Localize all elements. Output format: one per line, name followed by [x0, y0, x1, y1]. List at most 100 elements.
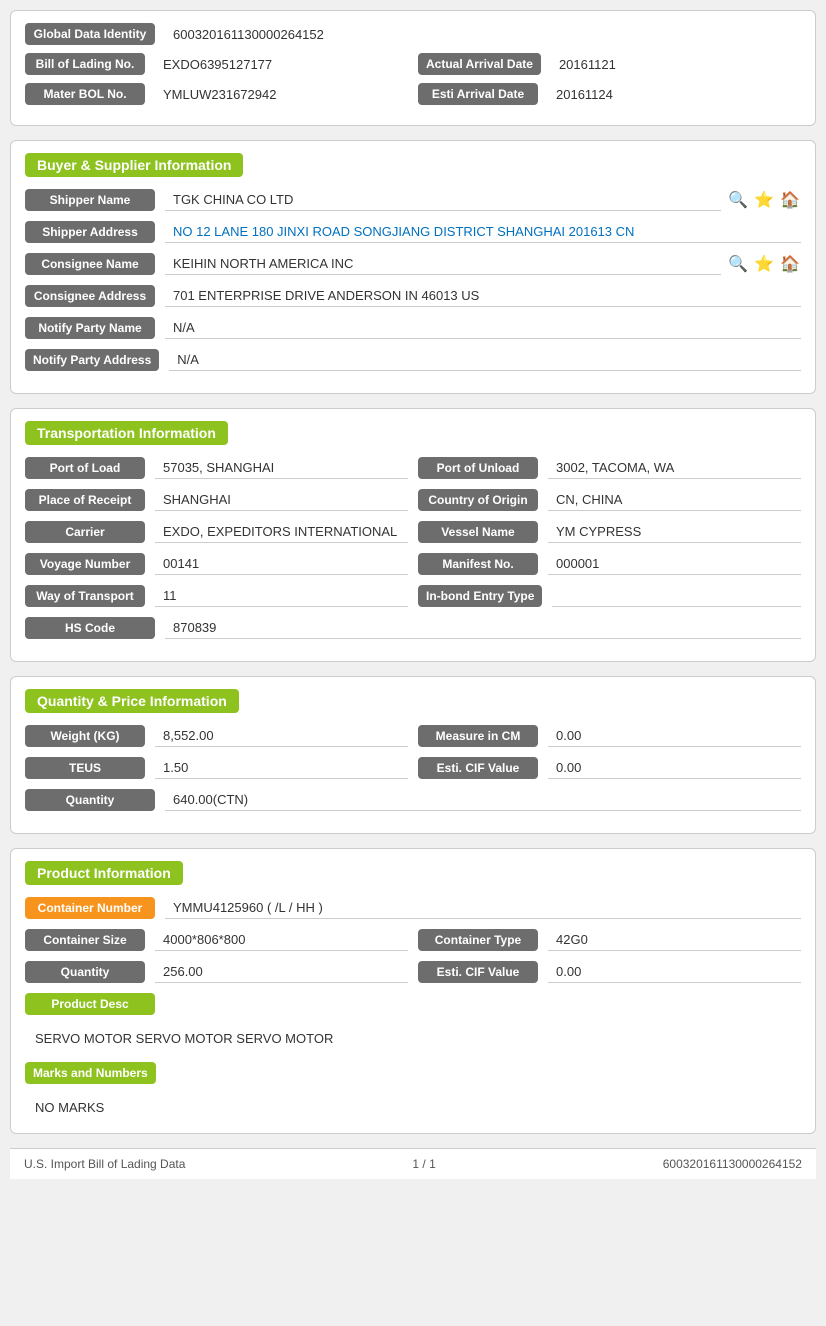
port-load-label: Port of Load: [25, 457, 145, 479]
container-type-half: Container Type 42G0: [418, 929, 801, 951]
manifest-no-label: Manifest No.: [418, 553, 538, 575]
container-num-label: Container Number: [25, 897, 155, 919]
shipper-addr-value: NO 12 LANE 180 JINXI ROAD SONGJIANG DIST…: [165, 221, 801, 243]
notify-party-name-label: Notify Party Name: [25, 317, 155, 339]
footer-right: 600320161130000264152: [663, 1157, 802, 1171]
bol-half: Bill of Lading No. EXDO6395127177: [25, 53, 408, 75]
product-quantity-half: Quantity 256.00: [25, 961, 408, 983]
weight-value: 8,552.00: [155, 725, 408, 747]
container-num-value: YMMU4125960 ( /L / HH ): [165, 897, 801, 919]
product-desc-row: Product Desc: [25, 993, 801, 1015]
arrival-date-value: 20161121: [551, 54, 624, 75]
inbond-entry-label: In-bond Entry Type: [418, 585, 542, 607]
marks-value: NO MARKS: [25, 1094, 801, 1121]
port-unload-label: Port of Unload: [418, 457, 538, 479]
product-quantity-label: Quantity: [25, 961, 145, 983]
voyage-number-row: Voyage Number 00141 Manifest No. 000001: [25, 553, 801, 575]
carrier-half: Carrier EXDO, EXPEDITORS INTERNATIONAL: [25, 521, 408, 543]
carrier-row: Carrier EXDO, EXPEDITORS INTERNATIONAL V…: [25, 521, 801, 543]
teus-value: 1.50: [155, 757, 408, 779]
shipper-name-value: TGK CHINA CO LTD: [165, 189, 721, 211]
global-identity-value: 600320161130000264152: [165, 24, 332, 45]
port-unload-half: Port of Unload 3002, TACOMA, WA: [418, 457, 801, 479]
port-load-value: 57035, SHANGHAI: [155, 457, 408, 479]
footer: U.S. Import Bill of Lading Data 1 / 1 60…: [10, 1148, 816, 1179]
hs-code-value: 870839: [165, 617, 801, 639]
measure-half: Measure in CM 0.00: [418, 725, 801, 747]
footer-center: 1 / 1: [412, 1157, 435, 1171]
product-desc-label: Product Desc: [25, 993, 155, 1015]
arrival-date-half: Actual Arrival Date 20161121: [418, 53, 801, 75]
quantity-price-title: Quantity & Price Information: [25, 689, 239, 713]
shipper-home-icon[interactable]: 🏠: [779, 189, 801, 211]
manifest-no-half: Manifest No. 000001: [418, 553, 801, 575]
weight-half: Weight (KG) 8,552.00: [25, 725, 408, 747]
buyer-supplier-card: Buyer & Supplier Information Shipper Nam…: [10, 140, 816, 394]
quantity-label: Quantity: [25, 789, 155, 811]
arrival-date-label: Actual Arrival Date: [418, 53, 541, 75]
place-receipt-value: SHANGHAI: [155, 489, 408, 511]
consignee-name-label: Consignee Name: [25, 253, 155, 275]
carrier-label: Carrier: [25, 521, 145, 543]
container-size-value: 4000*806*800: [155, 929, 408, 951]
quantity-value: 640.00(CTN): [165, 789, 801, 811]
container-size-half: Container Size 4000*806*800: [25, 929, 408, 951]
product-quantity-value: 256.00: [155, 961, 408, 983]
esti-cif-value: 0.00: [548, 757, 801, 779]
voyage-number-half: Voyage Number 00141: [25, 553, 408, 575]
master-bol-half: Mater BOL No. YMLUW231672942: [25, 83, 408, 105]
quantity-row: Quantity 640.00(CTN): [25, 789, 801, 811]
global-identity-label: Global Data Identity: [25, 23, 155, 45]
place-receipt-label: Place of Receipt: [25, 489, 145, 511]
transportation-title: Transportation Information: [25, 421, 228, 445]
product-card: Product Information Container Number YMM…: [10, 848, 816, 1134]
shipper-addr-label: Shipper Address: [25, 221, 155, 243]
place-receipt-half: Place of Receipt SHANGHAI: [25, 489, 408, 511]
footer-left: U.S. Import Bill of Lading Data: [24, 1157, 185, 1171]
notify-party-name-row: Notify Party Name N/A: [25, 317, 801, 339]
inbond-entry-half: In-bond Entry Type: [418, 585, 801, 607]
shipper-addr-row: Shipper Address NO 12 LANE 180 JINXI ROA…: [25, 221, 801, 243]
place-receipt-row: Place of Receipt SHANGHAI Country of Ori…: [25, 489, 801, 511]
way-transport-label: Way of Transport: [25, 585, 145, 607]
vessel-name-label: Vessel Name: [418, 521, 538, 543]
weight-row: Weight (KG) 8,552.00 Measure in CM 0.00: [25, 725, 801, 747]
global-identity-row: Global Data Identity 6003201611300002641…: [25, 23, 801, 45]
esti-arrival-label: Esti Arrival Date: [418, 83, 538, 105]
product-title: Product Information: [25, 861, 183, 885]
transportation-card: Transportation Information Port of Load …: [10, 408, 816, 662]
hs-code-row: HS Code 870839: [25, 617, 801, 639]
buyer-supplier-title: Buyer & Supplier Information: [25, 153, 243, 177]
port-load-row: Port of Load 57035, SHANGHAI Port of Unl…: [25, 457, 801, 479]
notify-party-addr-value: N/A: [169, 349, 801, 371]
esti-cif-half: Esti. CIF Value 0.00: [418, 757, 801, 779]
country-origin-value: CN, CHINA: [548, 489, 801, 511]
container-type-value: 42G0: [548, 929, 801, 951]
consignee-name-row: Consignee Name KEIHIN NORTH AMERICA INC …: [25, 253, 801, 275]
consignee-search-icon[interactable]: 🔍: [727, 253, 749, 275]
consignee-addr-row: Consignee Address 701 ENTERPRISE DRIVE A…: [25, 285, 801, 307]
consignee-home-icon[interactable]: 🏠: [779, 253, 801, 275]
shipper-star-icon[interactable]: ⭐: [753, 189, 775, 211]
way-transport-value: 11: [155, 585, 408, 607]
marks-row: Marks and Numbers: [25, 1062, 801, 1084]
shipper-name-label: Shipper Name: [25, 189, 155, 211]
consignee-star-icon[interactable]: ⭐: [753, 253, 775, 275]
bol-row: Bill of Lading No. EXDO6395127177 Actual…: [25, 53, 801, 75]
consignee-addr-value: 701 ENTERPRISE DRIVE ANDERSON IN 46013 U…: [165, 285, 801, 307]
master-bol-label: Mater BOL No.: [25, 83, 145, 105]
teus-row: TEUS 1.50 Esti. CIF Value 0.00: [25, 757, 801, 779]
carrier-value: EXDO, EXPEDITORS INTERNATIONAL: [155, 521, 408, 543]
shipper-search-icon[interactable]: 🔍: [727, 189, 749, 211]
product-quantity-row: Quantity 256.00 Esti. CIF Value 0.00: [25, 961, 801, 983]
teus-label: TEUS: [25, 757, 145, 779]
consignee-name-value: KEIHIN NORTH AMERICA INC: [165, 253, 721, 275]
product-esti-cif-value: 0.00: [548, 961, 801, 983]
container-num-row: Container Number YMMU4125960 ( /L / HH ): [25, 897, 801, 919]
esti-arrival-half: Esti Arrival Date 20161124: [418, 83, 801, 105]
way-transport-half: Way of Transport 11: [25, 585, 408, 607]
container-size-row: Container Size 4000*806*800 Container Ty…: [25, 929, 801, 951]
shipper-name-row: Shipper Name TGK CHINA CO LTD 🔍 ⭐ 🏠: [25, 189, 801, 211]
consignee-addr-label: Consignee Address: [25, 285, 155, 307]
port-load-half: Port of Load 57035, SHANGHAI: [25, 457, 408, 479]
